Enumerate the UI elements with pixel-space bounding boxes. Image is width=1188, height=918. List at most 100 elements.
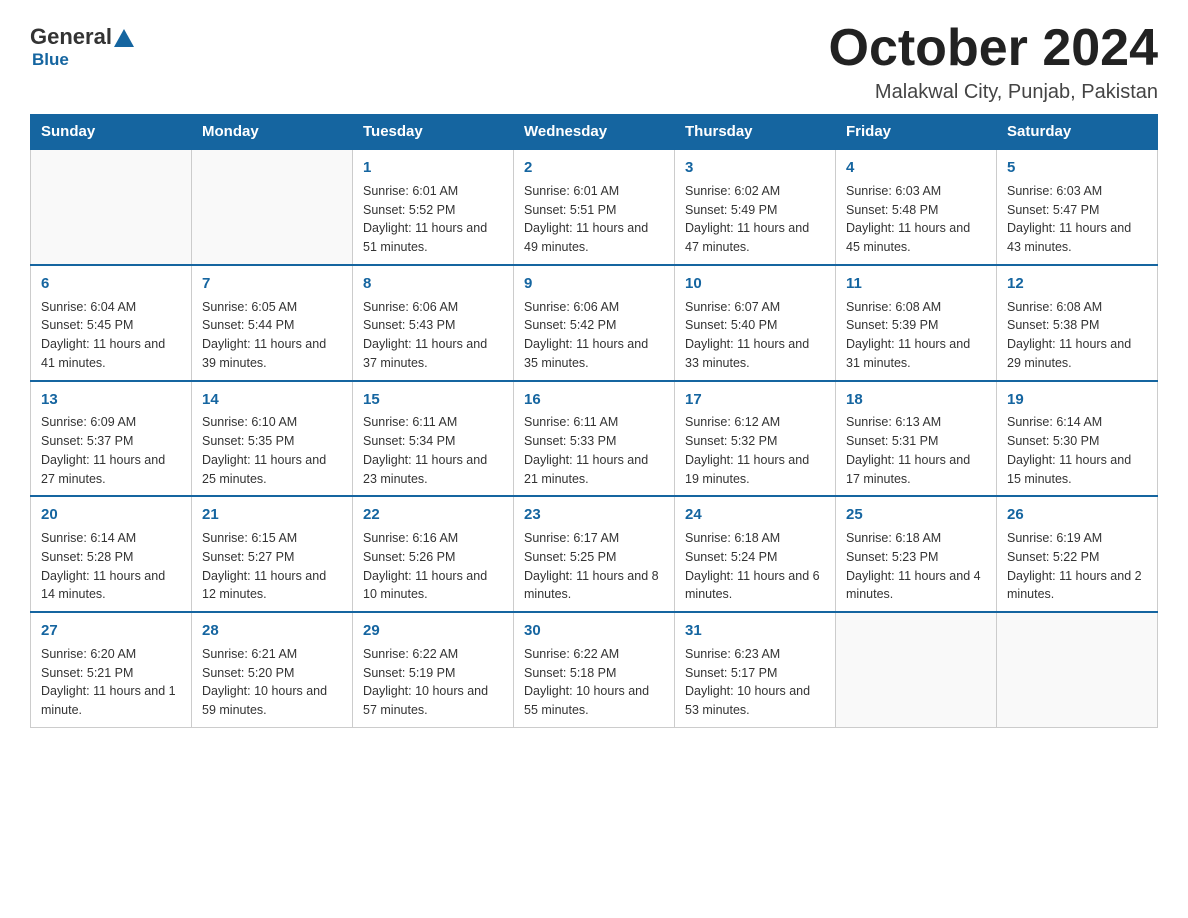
logo-blue-text: Blue [32, 50, 69, 70]
calendar-day-cell: 15Sunrise: 6:11 AMSunset: 5:34 PMDayligh… [353, 381, 514, 497]
calendar-day-cell [192, 149, 353, 265]
weekday-header-sunday: Sunday [31, 115, 192, 150]
day-number: 16 [524, 389, 664, 411]
location-subtitle: Malakwal City, Punjab, Pakistan [829, 81, 1159, 104]
calendar-day-cell: 16Sunrise: 6:11 AMSunset: 5:33 PMDayligh… [514, 381, 675, 497]
calendar-day-cell: 2 Sunrise: 6:01 AMSunset: 5:51 PMDaylight… [514, 149, 675, 265]
day-number: 2 [524, 157, 664, 179]
day-info: Sunrise: 6:11 AMSunset: 5:33 PMDaylight:… [524, 413, 664, 488]
day-info: Sunrise: 6:10 AMSunset: 5:35 PMDaylight:… [202, 413, 342, 488]
calendar-day-cell: 13Sunrise: 6:09 AMSunset: 5:37 PMDayligh… [31, 381, 192, 497]
day-info: Sunrise: 6:15 AMSunset: 5:27 PMDaylight:… [202, 529, 342, 604]
calendar-day-cell: 18Sunrise: 6:13 AMSunset: 5:31 PMDayligh… [836, 381, 997, 497]
day-number: 30 [524, 620, 664, 642]
day-info: Sunrise: 6:06 AMSunset: 5:43 PMDaylight:… [363, 298, 503, 373]
day-number: 24 [685, 504, 825, 526]
day-number: 27 [41, 620, 181, 642]
calendar-week-row: 27 Sunrise: 6:20 AMSunset: 5:21 PMDayligh… [31, 612, 1158, 727]
calendar-day-cell: 31Sunrise: 6:23 AMSunset: 5:17 PMDayligh… [675, 612, 836, 727]
calendar-day-cell: 4Sunrise: 6:03 AMSunset: 5:48 PMDaylight… [836, 149, 997, 265]
day-info: Sunrise: 6:22 AMSunset: 5:18 PMDaylight:… [524, 645, 664, 720]
weekday-header-saturday: Saturday [997, 115, 1158, 150]
calendar-day-cell: 3 Sunrise: 6:02 AMSunset: 5:49 PMDaylight… [675, 149, 836, 265]
calendar-day-cell: 29 Sunrise: 6:22 AMSunset: 5:19 PMDayligh… [353, 612, 514, 727]
day-info: Sunrise: 6:23 AMSunset: 5:17 PMDaylight:… [685, 645, 825, 720]
calendar-table: SundayMondayTuesdayWednesdayThursdayFrid… [30, 114, 1158, 728]
logo-general-text: General [30, 26, 112, 48]
calendar-day-cell: 24 Sunrise: 6:18 AMSunset: 5:24 PMDayligh… [675, 496, 836, 612]
calendar-day-cell: 5 Sunrise: 6:03 AMSunset: 5:47 PMDaylight… [997, 149, 1158, 265]
day-number: 10 [685, 273, 825, 295]
day-number: 19 [1007, 389, 1147, 411]
day-info: Sunrise: 6:04 AMSunset: 5:45 PMDaylight:… [41, 298, 181, 373]
day-number: 15 [363, 389, 503, 411]
calendar-day-cell: 11 Sunrise: 6:08 AMSunset: 5:39 PMDayligh… [836, 265, 997, 381]
calendar-day-cell [997, 612, 1158, 727]
day-info: Sunrise: 6:18 AMSunset: 5:24 PMDaylight:… [685, 529, 825, 604]
day-number: 25 [846, 504, 986, 526]
weekday-header-wednesday: Wednesday [514, 115, 675, 150]
day-info: Sunrise: 6:02 AMSunset: 5:49 PMDaylight:… [685, 182, 825, 257]
day-info: Sunrise: 6:14 AMSunset: 5:30 PMDaylight:… [1007, 413, 1147, 488]
day-number: 18 [846, 389, 986, 411]
day-info: Sunrise: 6:11 AMSunset: 5:34 PMDaylight:… [363, 413, 503, 488]
day-number: 6 [41, 273, 181, 295]
month-year-title: October 2024 [829, 20, 1159, 77]
day-number: 26 [1007, 504, 1147, 526]
day-number: 11 [846, 273, 986, 295]
day-number: 21 [202, 504, 342, 526]
calendar-day-cell: 26 Sunrise: 6:19 AMSunset: 5:22 PMDayligh… [997, 496, 1158, 612]
day-info: Sunrise: 6:19 AMSunset: 5:22 PMDaylight:… [1007, 529, 1147, 604]
calendar-day-cell: 25Sunrise: 6:18 AMSunset: 5:23 PMDayligh… [836, 496, 997, 612]
day-number: 5 [1007, 157, 1147, 179]
day-info: Sunrise: 6:05 AMSunset: 5:44 PMDaylight:… [202, 298, 342, 373]
weekday-header-tuesday: Tuesday [353, 115, 514, 150]
day-number: 13 [41, 389, 181, 411]
day-number: 7 [202, 273, 342, 295]
day-number: 8 [363, 273, 503, 295]
day-number: 12 [1007, 273, 1147, 295]
day-number: 9 [524, 273, 664, 295]
calendar-week-row: 13Sunrise: 6:09 AMSunset: 5:37 PMDayligh… [31, 381, 1158, 497]
day-info: Sunrise: 6:14 AMSunset: 5:28 PMDaylight:… [41, 529, 181, 604]
calendar-day-cell [31, 149, 192, 265]
weekday-header-friday: Friday [836, 115, 997, 150]
day-number: 23 [524, 504, 664, 526]
day-info: Sunrise: 6:13 AMSunset: 5:31 PMDaylight:… [846, 413, 986, 488]
day-number: 1 [363, 157, 503, 179]
day-info: Sunrise: 6:06 AMSunset: 5:42 PMDaylight:… [524, 298, 664, 373]
calendar-day-cell: 21 Sunrise: 6:15 AMSunset: 5:27 PMDayligh… [192, 496, 353, 612]
calendar-week-row: 6 Sunrise: 6:04 AMSunset: 5:45 PMDaylight… [31, 265, 1158, 381]
day-number: 20 [41, 504, 181, 526]
day-number: 3 [685, 157, 825, 179]
weekday-header-monday: Monday [192, 115, 353, 150]
day-info: Sunrise: 6:16 AMSunset: 5:26 PMDaylight:… [363, 529, 503, 604]
day-info: Sunrise: 6:21 AMSunset: 5:20 PMDaylight:… [202, 645, 342, 720]
day-info: Sunrise: 6:08 AMSunset: 5:39 PMDaylight:… [846, 298, 986, 373]
calendar-day-cell: 28 Sunrise: 6:21 AMSunset: 5:20 PMDayligh… [192, 612, 353, 727]
calendar-day-cell: 6 Sunrise: 6:04 AMSunset: 5:45 PMDaylight… [31, 265, 192, 381]
calendar-day-cell: 19Sunrise: 6:14 AMSunset: 5:30 PMDayligh… [997, 381, 1158, 497]
day-number: 29 [363, 620, 503, 642]
day-number: 28 [202, 620, 342, 642]
calendar-day-cell: 23Sunrise: 6:17 AMSunset: 5:25 PMDayligh… [514, 496, 675, 612]
page-header: General Blue October 2024 Malakwal City,… [30, 20, 1158, 104]
calendar-day-cell [836, 612, 997, 727]
calendar-day-cell: 8 Sunrise: 6:06 AMSunset: 5:43 PMDaylight… [353, 265, 514, 381]
day-info: Sunrise: 6:03 AMSunset: 5:47 PMDaylight:… [1007, 182, 1147, 257]
day-number: 14 [202, 389, 342, 411]
calendar-day-cell: 12Sunrise: 6:08 AMSunset: 5:38 PMDayligh… [997, 265, 1158, 381]
calendar-day-cell: 1Sunrise: 6:01 AMSunset: 5:52 PMDaylight… [353, 149, 514, 265]
calendar-day-cell: 17Sunrise: 6:12 AMSunset: 5:32 PMDayligh… [675, 381, 836, 497]
calendar-day-cell: 22 Sunrise: 6:16 AMSunset: 5:26 PMDayligh… [353, 496, 514, 612]
title-block: October 2024 Malakwal City, Punjab, Paki… [829, 20, 1159, 104]
calendar-day-cell: 9 Sunrise: 6:06 AMSunset: 5:42 PMDaylight… [514, 265, 675, 381]
calendar-day-cell: 10Sunrise: 6:07 AMSunset: 5:40 PMDayligh… [675, 265, 836, 381]
calendar-header-row: SundayMondayTuesdayWednesdayThursdayFrid… [31, 115, 1158, 150]
day-number: 22 [363, 504, 503, 526]
day-info: Sunrise: 6:01 AMSunset: 5:51 PMDaylight:… [524, 182, 664, 257]
day-info: Sunrise: 6:22 AMSunset: 5:19 PMDaylight:… [363, 645, 503, 720]
day-info: Sunrise: 6:12 AMSunset: 5:32 PMDaylight:… [685, 413, 825, 488]
calendar-day-cell: 7 Sunrise: 6:05 AMSunset: 5:44 PMDaylight… [192, 265, 353, 381]
day-info: Sunrise: 6:20 AMSunset: 5:21 PMDaylight:… [41, 645, 181, 720]
